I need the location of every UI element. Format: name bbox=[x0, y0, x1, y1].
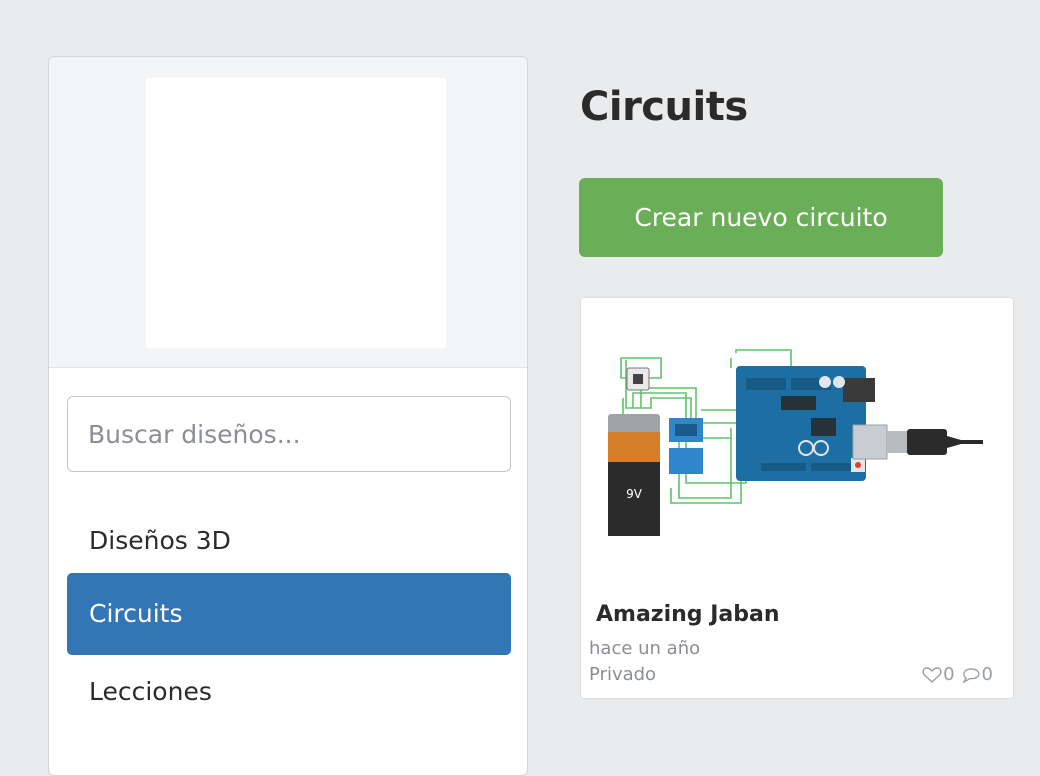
arduino-board bbox=[736, 366, 875, 481]
search-input[interactable] bbox=[67, 396, 511, 472]
design-stats: 0 0 bbox=[916, 664, 993, 685]
heart-icon bbox=[922, 666, 942, 683]
likes-stat[interactable]: 0 bbox=[922, 664, 955, 685]
comment-icon bbox=[961, 667, 980, 684]
sidebar-item-circuits[interactable]: Circuits bbox=[67, 573, 511, 655]
design-card[interactable]: 9V Amazing Jaban hace un año Privado 0 0 bbox=[581, 298, 1013, 698]
sidebar-item-lessons[interactable]: Lecciones bbox=[67, 651, 511, 733]
usb-cable bbox=[852, 424, 983, 460]
design-privacy: Privado bbox=[589, 664, 657, 685]
likes-count: 0 bbox=[943, 664, 955, 685]
create-circuit-button[interactable]: Crear nuevo circuito bbox=[579, 178, 943, 257]
sidebar: Diseños 3D Circuits Lecciones bbox=[48, 56, 528, 776]
ir-sensor-chip bbox=[626, 367, 650, 391]
circuit-thumbnail[interactable]: 9V bbox=[581, 298, 1013, 590]
design-title[interactable]: Amazing Jaban bbox=[596, 602, 780, 627]
sidebar-item-3d-designs[interactable]: Diseños 3D bbox=[67, 500, 511, 582]
battery-label: 9V bbox=[626, 487, 643, 501]
design-timestamp: hace un año bbox=[589, 638, 701, 659]
page-title: Circuits bbox=[580, 84, 748, 130]
battery-9v: 9V bbox=[608, 414, 660, 536]
profile-header bbox=[49, 57, 527, 368]
avatar[interactable] bbox=[146, 78, 446, 348]
comments-stat[interactable]: 0 bbox=[961, 664, 993, 685]
comments-count: 0 bbox=[981, 664, 993, 685]
